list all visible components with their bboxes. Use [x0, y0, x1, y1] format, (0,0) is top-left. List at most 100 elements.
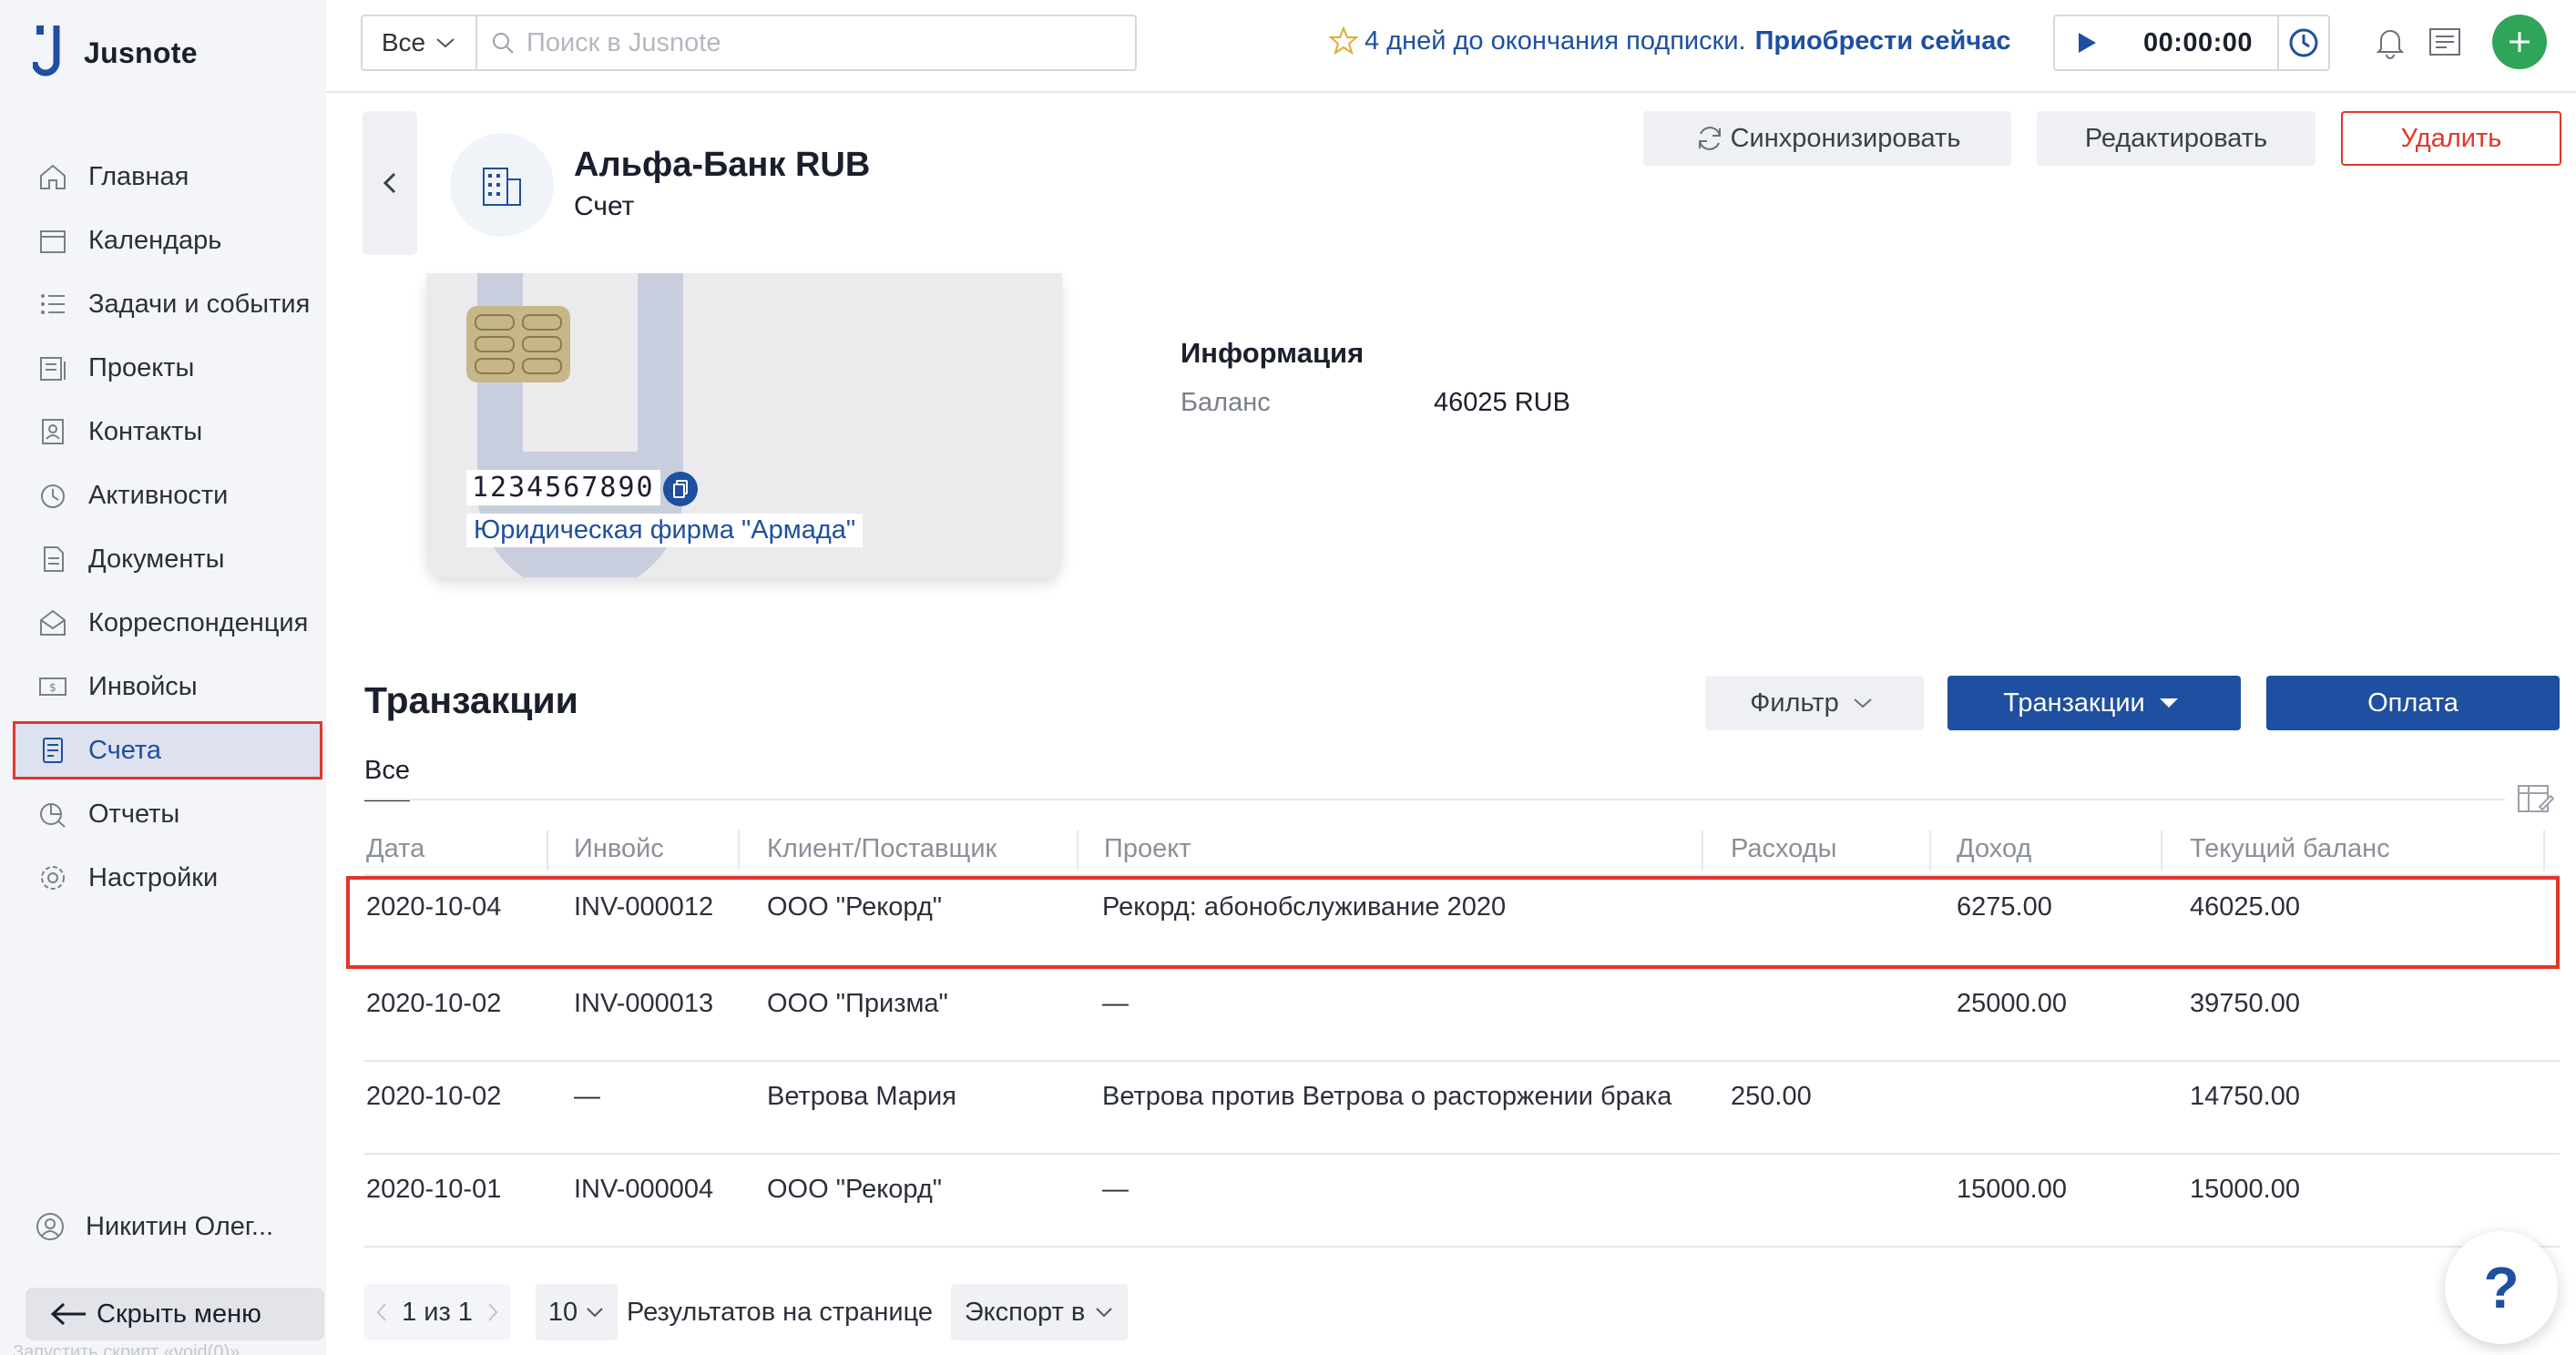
column-header-income[interactable]: Доход	[1957, 834, 2031, 864]
table-row[interactable]: 2020-10-02 INV-000013 ООО "Призма" — 250…	[364, 969, 2560, 1062]
balance-value: 46025 RUB	[1434, 388, 1570, 417]
column-header-client[interactable]: Клиент/Поставщик	[767, 834, 997, 864]
cell-balance: 39750.00	[2190, 989, 2300, 1018]
sidebar-item-tasks[interactable]: Задачи и события	[13, 275, 322, 333]
sidebar-item-documents[interactable]: Документы	[13, 530, 322, 588]
sidebar-item-invoices[interactable]: $ Инвойсы	[13, 657, 322, 716]
column-settings-icon[interactable]	[2516, 781, 2554, 816]
cell-income: 15000.00	[1957, 1175, 2067, 1204]
card-client-link[interactable]: Юридическая фирма "Армада"	[466, 514, 864, 547]
table-row[interactable]: 2020-10-04 INV-000012 ООО "Рекорд" Рекор…	[346, 876, 2560, 969]
sidebar-item-correspondence[interactable]: Корреспонденция	[13, 594, 322, 652]
sidebar-item-activity[interactable]: Активности	[13, 466, 322, 525]
buy-now-link[interactable]: Приобрести сейчас	[1755, 26, 2011, 56]
cell-invoice[interactable]: INV-000004	[574, 1175, 713, 1205]
plus-icon	[2510, 32, 2530, 52]
play-icon	[2079, 33, 2096, 53]
chevron-left-icon	[383, 172, 396, 194]
chevron-right-icon[interactable]	[486, 1301, 499, 1323]
timer-history-button[interactable]	[2277, 16, 2328, 69]
search-bar: Все	[361, 15, 1137, 71]
sidebar-item-label: Календарь	[88, 225, 222, 255]
page-navigator: 1 из 1	[364, 1284, 510, 1340]
column-header-invoice[interactable]: Инвойс	[574, 834, 664, 864]
sidebar-item-settings[interactable]: Настройки	[13, 849, 322, 907]
search-scope-select[interactable]: Все	[363, 16, 477, 69]
column-separator	[1077, 830, 1078, 871]
delete-button[interactable]: Удалить	[2341, 111, 2561, 166]
per-page-select[interactable]: 10	[536, 1284, 618, 1340]
cell-project: —	[1102, 989, 1129, 1018]
account-avatar	[450, 133, 554, 237]
cell-client[interactable]: ООО "Рекорд"	[767, 892, 942, 922]
column-header-expense[interactable]: Расходы	[1731, 834, 1836, 864]
contacts-icon	[42, 419, 64, 444]
cell-project[interactable]: Ветрова против Ветрова о расторжении бра…	[1102, 1082, 1671, 1112]
sidebar-item-label: Инвойсы	[88, 671, 198, 701]
sync-button[interactable]: Синхронизировать	[1643, 111, 2011, 166]
back-button[interactable]	[363, 111, 417, 255]
jusnote-logo-icon	[33, 25, 60, 76]
edit-button[interactable]: Редактировать	[2037, 111, 2315, 166]
cell-expense: 250.00	[1731, 1082, 1812, 1111]
sidebar-item-projects[interactable]: Проекты	[13, 339, 322, 397]
cell-balance: 14750.00	[2190, 1082, 2300, 1111]
sidebar-item-label: Документы	[88, 544, 225, 574]
user-profile[interactable]: Никитин Олег...	[35, 1211, 273, 1242]
chip-icon	[475, 314, 562, 374]
topbar: Все 4 дней до окончания подписки. Приобр…	[326, 0, 2576, 93]
transactions-button-label: Транзакции	[2003, 688, 2145, 718]
help-button[interactable]: ?	[2445, 1231, 2558, 1344]
sync-label: Синхронизировать	[1730, 123, 1961, 153]
sidebar-item-home[interactable]: Главная	[13, 148, 322, 206]
cell-project[interactable]: Рекорд: абонобслуживание 2020	[1102, 892, 1506, 922]
column-header-balance[interactable]: Текущий баланс	[2190, 834, 2390, 864]
cell-invoice: —	[574, 1082, 600, 1111]
correspondence-icon	[40, 609, 66, 636]
search-icon	[493, 33, 514, 54]
caret-down-icon	[2159, 698, 2178, 708]
search-scope-value: Все	[381, 28, 426, 56]
projects-icon	[40, 357, 66, 381]
invoices-icon: $	[39, 678, 66, 696]
transactions-dropdown-button[interactable]: Транзакции	[1947, 676, 2241, 730]
tabs-divider	[364, 799, 2505, 800]
chevron-left-icon[interactable]	[375, 1301, 388, 1323]
table-row[interactable]: 2020-10-01 INV-000004 ООО "Рекорд" — 150…	[364, 1155, 2560, 1248]
column-header-date[interactable]: Дата	[366, 834, 424, 864]
cell-invoice[interactable]: INV-000012	[574, 892, 713, 922]
timer-play-button[interactable]	[2055, 16, 2119, 69]
cell-income: 25000.00	[1957, 989, 2067, 1018]
news-icon[interactable]	[2427, 24, 2463, 60]
cell-client[interactable]: ООО "Призма"	[767, 989, 948, 1019]
bell-icon[interactable]	[2372, 24, 2408, 60]
cell-client[interactable]: Ветрова Мария	[767, 1082, 956, 1112]
edit-label: Редактировать	[2084, 123, 2268, 153]
column-header-project[interactable]: Проект	[1104, 834, 1191, 864]
sidebar-item-accounts[interactable]: Счета	[13, 721, 322, 779]
hide-menu-button[interactable]: Скрыть меню	[26, 1288, 324, 1340]
browser-status-text: Запустить скрипт «void(0)»	[13, 1342, 240, 1355]
app-logo[interactable]: Jusnote	[33, 20, 198, 86]
search-input[interactable]	[526, 27, 1128, 58]
column-separator	[2161, 830, 2162, 871]
bank-building-icon	[483, 168, 521, 206]
table-row[interactable]: 2020-10-02 — Ветрова Мария Ветрова проти…	[364, 1062, 2560, 1155]
cell-project: —	[1102, 1175, 1129, 1204]
cell-invoice[interactable]: INV-000013	[574, 989, 713, 1019]
copy-button[interactable]	[663, 472, 698, 506]
accounts-icon	[43, 738, 63, 763]
add-new-button[interactable]	[2492, 15, 2547, 69]
sidebar-item-reports[interactable]: Отчеты	[13, 785, 322, 843]
sidebar-item-label: Настройки	[88, 862, 219, 892]
filter-button[interactable]: Фильтр	[1705, 676, 1924, 730]
sidebar-item-calendar[interactable]: Календарь	[13, 211, 322, 270]
sidebar-nav: Главная Календарь Задачи и события Проек…	[13, 148, 322, 912]
user-name: Никитин Олег...	[86, 1211, 274, 1241]
payment-button[interactable]: Оплата	[2266, 676, 2560, 730]
sidebar-item-contacts[interactable]: Контакты	[13, 402, 322, 461]
chevron-down-icon	[1096, 1308, 1112, 1318]
tab-all[interactable]: Все	[364, 756, 410, 801]
cell-client[interactable]: ООО "Рекорд"	[767, 1175, 942, 1205]
export-select[interactable]: Экспорт в	[951, 1284, 1129, 1340]
